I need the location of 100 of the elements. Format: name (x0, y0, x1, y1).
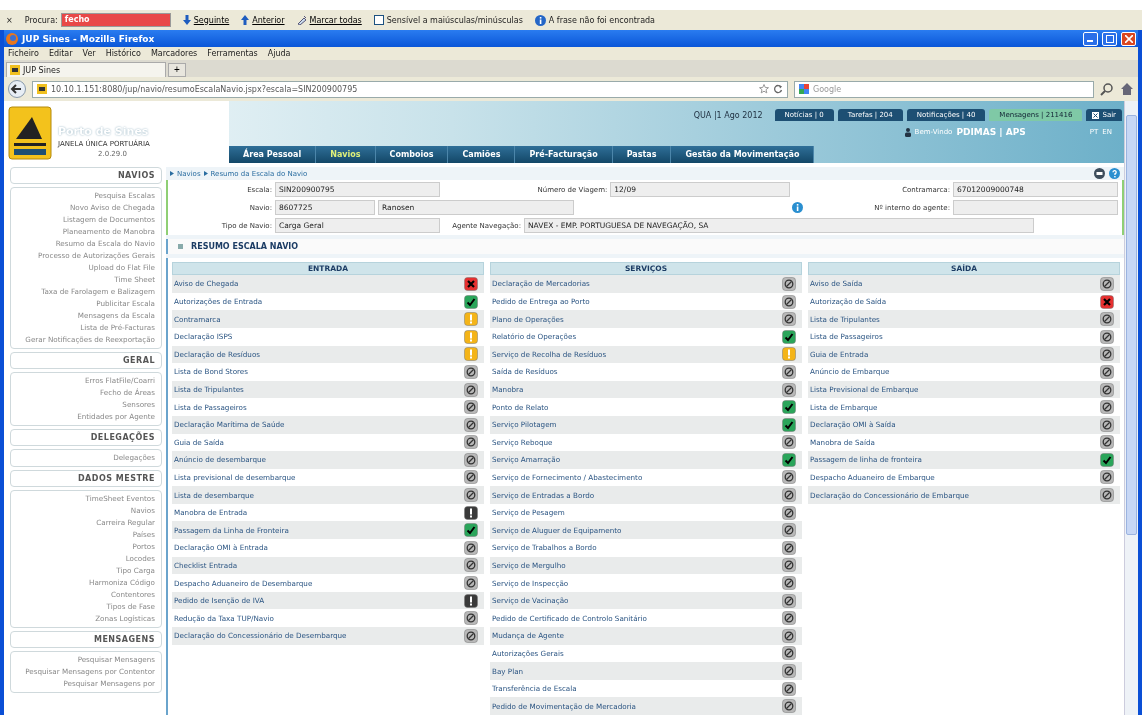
nav-tab[interactable]: Comboios (375, 146, 449, 163)
maximize-button[interactable] (1102, 31, 1117, 46)
section-title: RESUMO ESCALA NAVIO (191, 242, 299, 252)
marker-icon (296, 15, 307, 25)
next-button[interactable]: Seguinte (182, 15, 230, 25)
nav-tab[interactable]: Camiões (448, 146, 516, 163)
prohibited-icon[interactable] (782, 699, 796, 714)
find-field[interactable]: fecho (60, 13, 171, 27)
prohibited-icon[interactable] (464, 576, 478, 591)
prohibited-icon[interactable] (1100, 382, 1114, 397)
date-text: QUA |1 Ago 2012 (693, 110, 763, 120)
nav-tab[interactable]: Navios (316, 146, 376, 163)
prohibited-icon[interactable] (1100, 488, 1114, 503)
star-icon[interactable] (759, 84, 769, 94)
browser-tab[interactable]: JUP Sines (6, 62, 166, 77)
prohibited-icon[interactable] (1100, 435, 1114, 450)
menu-item[interactable]: Histórico (105, 49, 141, 58)
new-tab-button[interactable]: + (168, 63, 186, 77)
menu-item[interactable]: Ferramentas (207, 49, 258, 58)
info-icon[interactable] (791, 202, 803, 213)
menu-item[interactable]: Ficheiro (8, 49, 39, 58)
prohibited-icon[interactable] (1100, 400, 1114, 415)
check-icon[interactable] (464, 294, 478, 309)
prohibited-icon[interactable] (782, 558, 796, 573)
prohibited-icon[interactable] (1100, 347, 1114, 362)
prohibited-icon[interactable] (1100, 364, 1114, 379)
back-icon[interactable] (8, 80, 26, 98)
prohibited-icon[interactable] (782, 470, 796, 485)
prohibited-icon[interactable] (464, 400, 478, 415)
triangle-icon (203, 171, 208, 176)
prohibited-icon[interactable] (464, 540, 478, 555)
prohibited-icon[interactable] (782, 628, 796, 643)
prohibited-icon[interactable] (782, 488, 796, 503)
prohibited-icon[interactable] (464, 558, 478, 573)
menu-item[interactable]: Ajuda (267, 49, 291, 58)
check-icon[interactable] (782, 417, 796, 432)
check-icon[interactable] (782, 452, 796, 467)
exclamation-icon[interactable] (464, 593, 478, 608)
nav-tab[interactable]: Pastas (612, 146, 672, 163)
check-icon[interactable] (782, 329, 796, 344)
previous-button[interactable]: Anterior (241, 15, 285, 25)
exclamation-icon[interactable] (464, 505, 478, 520)
prohibited-icon[interactable] (782, 540, 796, 555)
prohibited-icon[interactable] (464, 628, 478, 643)
address-field[interactable]: 10.10.1.151:8080/jup/navio/resumoEscalaNavio.jspx?escala=SIN200900795 (32, 80, 788, 98)
prohibited-icon[interactable] (464, 611, 478, 626)
prohibited-icon[interactable] (1100, 329, 1114, 344)
check-icon[interactable] (464, 523, 478, 538)
home-icon[interactable] (1120, 82, 1134, 96)
prohibited-icon[interactable] (782, 382, 796, 397)
prohibited-icon[interactable] (782, 505, 796, 520)
scrollbar[interactable] (1124, 101, 1138, 715)
match-case-checkbox[interactable] (373, 15, 384, 25)
search-icon[interactable] (1100, 82, 1114, 96)
prohibited-icon[interactable] (782, 523, 796, 538)
prohibited-icon[interactable] (782, 435, 796, 450)
prohibited-icon[interactable] (782, 312, 796, 327)
match-case-label: Sensível a maiúsculas/minúsculas (386, 15, 523, 25)
prohibited-icon[interactable] (464, 452, 478, 467)
prohibited-icon[interactable] (464, 488, 478, 503)
help-icon[interactable] (1109, 168, 1120, 179)
cross-icon[interactable] (1100, 294, 1114, 309)
down-arrow-icon (182, 15, 191, 25)
reload-icon[interactable] (773, 84, 783, 94)
prohibited-icon[interactable] (782, 276, 796, 291)
check-icon[interactable] (782, 400, 796, 415)
nav-tab[interactable]: Gestão da Movimentação (671, 146, 815, 163)
sidebar-heading: GERAL (10, 352, 162, 369)
prohibited-icon[interactable] (782, 364, 796, 379)
close-button[interactable] (1121, 31, 1136, 46)
menu-item[interactable]: Editar (48, 49, 73, 58)
highlight-all-button[interactable]: Marcar todas (296, 15, 362, 25)
cross-icon[interactable] (464, 276, 478, 291)
bullet-icon (178, 244, 183, 250)
check-icon[interactable] (1100, 452, 1114, 467)
close-icon[interactable]: × (6, 15, 13, 25)
menu-item[interactable]: Ver (82, 49, 96, 58)
prohibited-icon[interactable] (1100, 276, 1114, 291)
prohibited-icon[interactable] (1100, 312, 1114, 327)
prohibited-icon[interactable] (464, 417, 478, 432)
prohibited-icon[interactable] (782, 646, 796, 661)
minimize-button[interactable] (1083, 31, 1098, 46)
favicon-icon (10, 65, 20, 75)
prohibited-icon[interactable] (1100, 417, 1114, 432)
prohibited-icon[interactable] (782, 664, 796, 678)
menu-item[interactable]: Marcadores (150, 49, 198, 58)
prohibited-icon[interactable] (782, 294, 796, 309)
prohibited-icon[interactable] (464, 435, 478, 450)
prohibited-icon[interactable] (782, 576, 796, 591)
nav-tab[interactable]: Pré-Facturação (515, 146, 613, 163)
prohibited-icon[interactable] (782, 681, 796, 696)
sidebar-heading: DELEGAÇÕES (10, 429, 162, 446)
prohibited-icon[interactable] (782, 593, 796, 608)
prohibited-icon[interactable] (464, 470, 478, 485)
prohibited-icon[interactable] (782, 611, 796, 626)
user-name: PDIMAS | APS (956, 127, 1026, 137)
nav-tab[interactable]: Área Pessoal (229, 146, 317, 163)
prohibited-icon[interactable] (464, 364, 478, 379)
prohibited-icon[interactable] (1100, 470, 1114, 485)
prohibited-icon[interactable] (464, 382, 478, 397)
